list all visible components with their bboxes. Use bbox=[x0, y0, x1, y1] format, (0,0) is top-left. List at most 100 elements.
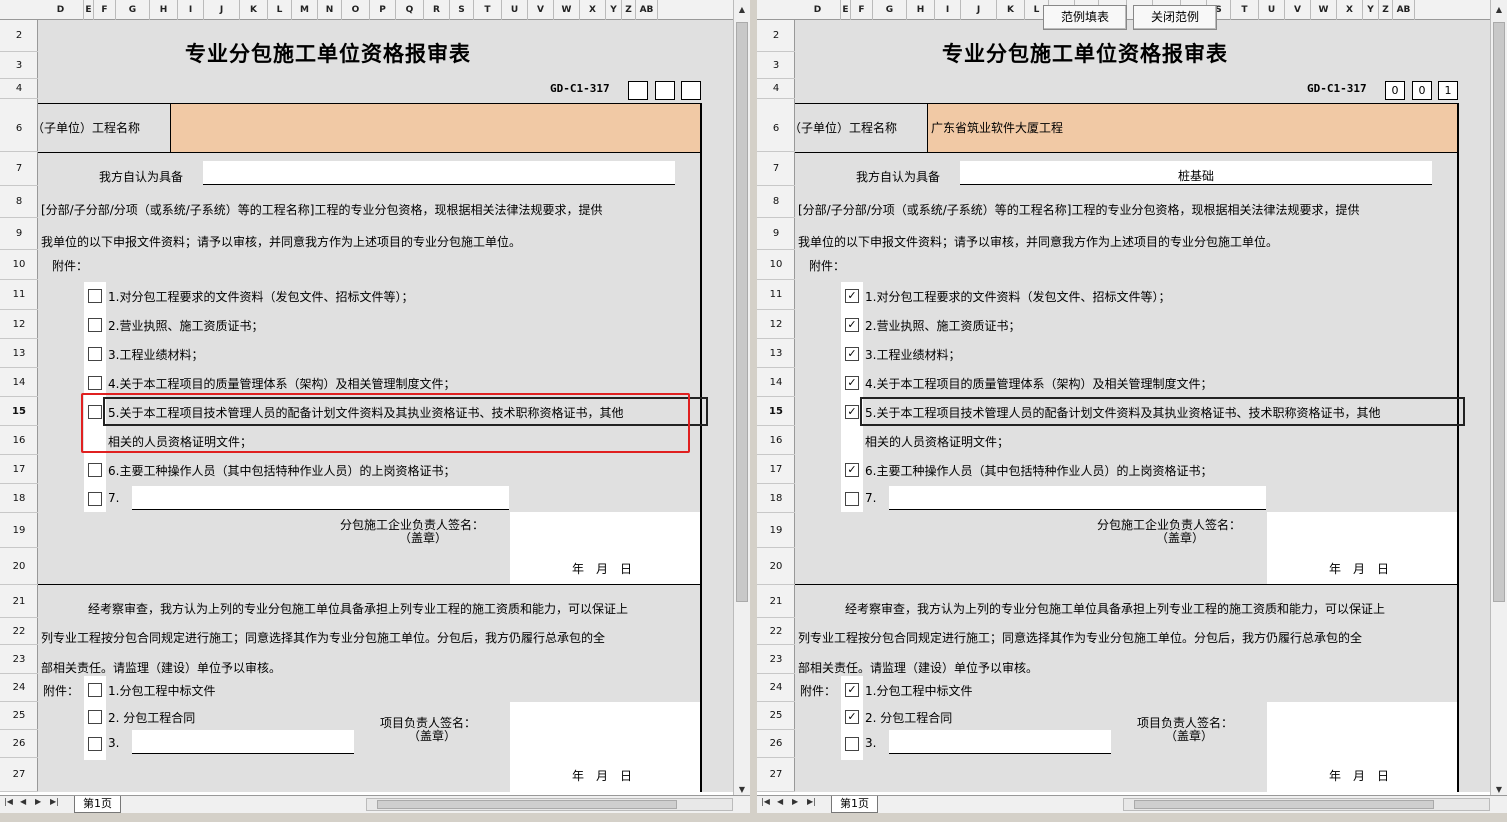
attachment-checkbox[interactable]: ✓ bbox=[845, 376, 859, 390]
last-sheet-icon[interactable]: ▶| bbox=[807, 797, 816, 806]
code-digit-box[interactable]: 0 bbox=[1412, 81, 1432, 100]
sheet-tab[interactable]: 第1页 bbox=[831, 796, 878, 813]
vertical-scrollbar[interactable]: ▲ ▼ bbox=[1490, 0, 1507, 800]
attachment-checkbox[interactable] bbox=[88, 318, 102, 332]
horizontal-scrollbar[interactable] bbox=[366, 798, 733, 811]
project-name-field[interactable] bbox=[171, 104, 700, 153]
row-header-cell[interactable]: 3 bbox=[0, 52, 38, 79]
attachment-2-checkbox[interactable]: ✓ bbox=[845, 710, 859, 724]
attachment-item-7-field[interactable] bbox=[132, 486, 509, 510]
code-digit-box[interactable]: 1 bbox=[1438, 81, 1458, 100]
attachment-checkbox[interactable]: ✓ bbox=[845, 318, 859, 332]
attachment-checkbox[interactable]: ✓ bbox=[845, 405, 859, 419]
code-digit-box[interactable] bbox=[628, 81, 648, 100]
row-header-cell[interactable]: 23 bbox=[0, 645, 38, 674]
attachment-2-checkbox[interactable] bbox=[845, 737, 859, 751]
project-name-field[interactable]: 广东省筑业软件大厦工程 bbox=[928, 104, 1457, 153]
qualification-field[interactable]: 桩基础 bbox=[960, 161, 1432, 185]
row-header-cell[interactable]: 24 bbox=[757, 674, 795, 702]
row-header-cell[interactable]: 12 bbox=[757, 310, 795, 339]
row-header-cell[interactable]: 11 bbox=[757, 280, 795, 310]
row-header-cell[interactable]: 27 bbox=[757, 758, 795, 792]
row-header-cell[interactable]: 4 bbox=[0, 79, 38, 99]
row-header-cell[interactable]: 25 bbox=[0, 702, 38, 730]
attachment-checkbox[interactable] bbox=[88, 492, 102, 506]
row-header-cell[interactable]: 21 bbox=[757, 585, 795, 618]
row-header-cell[interactable]: 16 bbox=[0, 426, 38, 455]
row-header-cell[interactable]: 20 bbox=[757, 548, 795, 585]
row-header-cell[interactable]: 18 bbox=[0, 484, 38, 513]
close-example-button[interactable]: 关闭范例 bbox=[1133, 5, 1217, 30]
row-header-cell[interactable]: 10 bbox=[757, 250, 795, 280]
horizontal-scroll-thumb[interactable] bbox=[377, 800, 677, 809]
column-header-cell[interactable]: E bbox=[84, 0, 94, 20]
attachment-2-checkbox[interactable] bbox=[88, 710, 102, 724]
vertical-scrollbar[interactable]: ▲ ▼ bbox=[733, 0, 750, 800]
selected-cell[interactable] bbox=[860, 397, 1465, 426]
attachment-checkbox[interactable] bbox=[88, 463, 102, 477]
row-header-cell[interactable]: 24 bbox=[0, 674, 38, 702]
column-header-cell[interactable]: T bbox=[474, 0, 502, 20]
attachment-item-7-field[interactable] bbox=[889, 486, 1266, 510]
next-sheet-icon[interactable]: ▶ bbox=[35, 797, 41, 806]
horizontal-scrollbar[interactable] bbox=[1123, 798, 1490, 811]
sheet-tab[interactable]: 第1页 bbox=[74, 796, 121, 813]
attachment-2-checkbox[interactable]: ✓ bbox=[845, 683, 859, 697]
row-header-cell[interactable]: 7 bbox=[0, 152, 38, 186]
row-header-cell[interactable]: 25 bbox=[757, 702, 795, 730]
column-header-cell[interactable]: U bbox=[502, 0, 528, 20]
first-sheet-icon[interactable]: |◀ bbox=[761, 797, 770, 806]
row-header-cell[interactable]: 12 bbox=[0, 310, 38, 339]
attachment-2-item-3-field[interactable] bbox=[889, 730, 1111, 754]
column-header-cell[interactable]: X bbox=[1337, 0, 1363, 20]
attachment-2-checkbox[interactable] bbox=[88, 683, 102, 697]
row-header-cell[interactable]: 14 bbox=[757, 368, 795, 397]
column-header-cell[interactable]: V bbox=[528, 0, 554, 20]
attachment-2-item-3-field[interactable] bbox=[132, 730, 354, 754]
row-header-cell[interactable]: 18 bbox=[757, 484, 795, 513]
column-header-cell[interactable]: V bbox=[1285, 0, 1311, 20]
example-fill-button[interactable]: 范例填表 bbox=[1043, 5, 1127, 30]
qualification-field[interactable] bbox=[203, 161, 675, 185]
row-header-cell[interactable]: 8 bbox=[757, 186, 795, 218]
code-digit-box[interactable] bbox=[655, 81, 675, 100]
column-header-cell[interactable]: W bbox=[554, 0, 580, 20]
row-header-cell[interactable]: 6 bbox=[757, 105, 795, 152]
row-header-cell[interactable]: 17 bbox=[757, 455, 795, 484]
row-header-cell[interactable]: 20 bbox=[0, 548, 38, 585]
first-sheet-icon[interactable]: |◀ bbox=[4, 797, 13, 806]
column-header-cell[interactable]: Z bbox=[622, 0, 636, 20]
attachment-checkbox[interactable]: ✓ bbox=[845, 463, 859, 477]
row-header-cell[interactable]: 19 bbox=[757, 513, 795, 548]
row-header-cell[interactable]: 16 bbox=[757, 426, 795, 455]
next-sheet-icon[interactable]: ▶ bbox=[792, 797, 798, 806]
column-header-cell[interactable]: F bbox=[851, 0, 873, 20]
row-header-cell[interactable]: 15 bbox=[757, 397, 795, 426]
scroll-up-icon[interactable]: ▲ bbox=[1491, 2, 1507, 18]
column-header-cell[interactable]: R bbox=[424, 0, 450, 20]
column-header-cell[interactable]: O bbox=[342, 0, 370, 20]
column-header-cell[interactable]: K bbox=[240, 0, 268, 20]
attachment-checkbox[interactable] bbox=[88, 289, 102, 303]
column-header-cell[interactable]: P bbox=[370, 0, 396, 20]
column-header-cell[interactable]: I bbox=[935, 0, 961, 20]
column-header-cell[interactable]: D bbox=[795, 0, 841, 20]
column-header-cell[interactable]: J bbox=[961, 0, 997, 20]
column-header-cell[interactable]: AB bbox=[636, 0, 658, 20]
row-header-cell[interactable]: 13 bbox=[0, 339, 38, 368]
row-header-cell[interactable]: 23 bbox=[757, 645, 795, 674]
row-header-cell[interactable]: 19 bbox=[0, 513, 38, 548]
attachment-checkbox[interactable] bbox=[845, 492, 859, 506]
row-header-cell[interactable]: 14 bbox=[0, 368, 38, 397]
column-header-cell[interactable]: Y bbox=[1363, 0, 1379, 20]
column-header-cell[interactable]: Z bbox=[1379, 0, 1393, 20]
column-header-cell[interactable]: S bbox=[450, 0, 474, 20]
row-header-cell[interactable]: 9 bbox=[0, 218, 38, 250]
column-header-cell[interactable]: U bbox=[1259, 0, 1285, 20]
row-header-cell[interactable]: 6 bbox=[0, 105, 38, 152]
row-header-cell[interactable]: 26 bbox=[757, 730, 795, 758]
row-header-cell[interactable]: 22 bbox=[757, 618, 795, 645]
row-header-cell[interactable]: 8 bbox=[0, 186, 38, 218]
column-header-cell[interactable]: Y bbox=[606, 0, 622, 20]
column-header-cell[interactable]: Q bbox=[396, 0, 424, 20]
